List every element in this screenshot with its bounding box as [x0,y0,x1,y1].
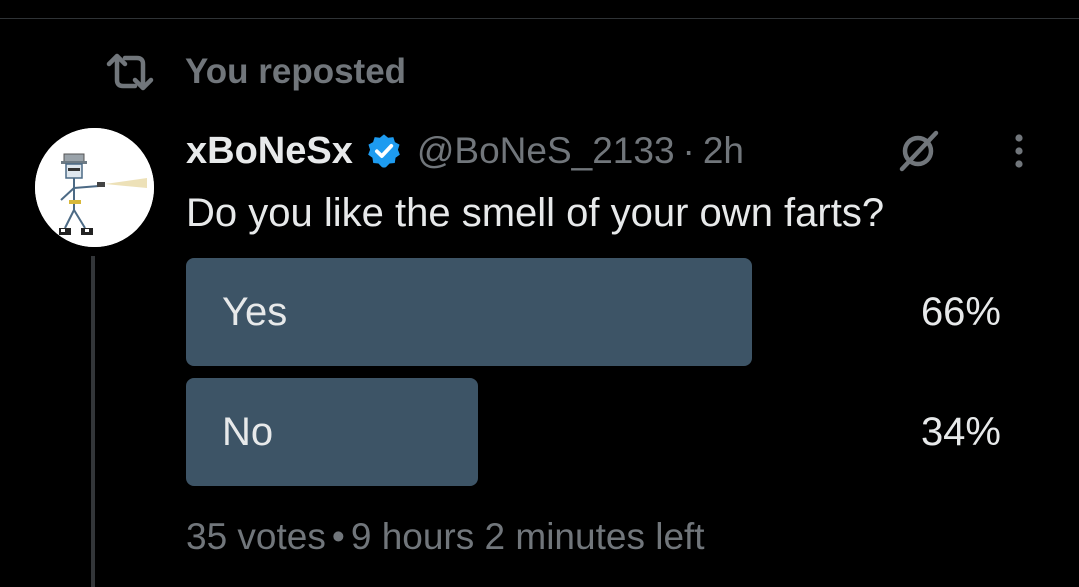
poll-option-yes[interactable]: Yes 66% [186,258,1001,366]
header-separator: · [682,130,695,171]
poll-option-percent: 34% [920,410,1001,454]
repost-label[interactable]: You reposted [185,50,406,94]
poll-option-label: Yes [222,290,288,334]
poll-footer-separator: • [331,516,345,557]
poll-option-percent: 66% [920,290,1001,334]
repost-icon [105,52,155,92]
poll-option-label: No [222,410,274,454]
grok-icon[interactable] [893,128,943,174]
verified-badge-icon[interactable] [365,132,403,170]
poll-option-no[interactable]: No 34% [186,378,1001,486]
display-name[interactable]: xBoNeSx [186,126,353,176]
repost-context: You reposted [105,50,406,94]
poll-time-left: 9 hours 2 minutes left [350,516,705,557]
timestamp[interactable]: 2h [703,126,744,176]
thread-line [91,256,95,587]
post-text: Do you like the smell of your own farts? [186,191,885,235]
poll-footer: 35 votes • 9 hours 2 minutes left [186,512,705,562]
top-divider [0,18,1079,19]
handle[interactable]: @BoNeS_2133 [417,126,675,176]
avatar[interactable] [35,128,154,247]
poll-votes: 35 votes [186,516,326,557]
more-icon[interactable] [1000,128,1038,174]
post-header: xBoNeSx @BoNeS_2133 · 2h [186,124,744,178]
